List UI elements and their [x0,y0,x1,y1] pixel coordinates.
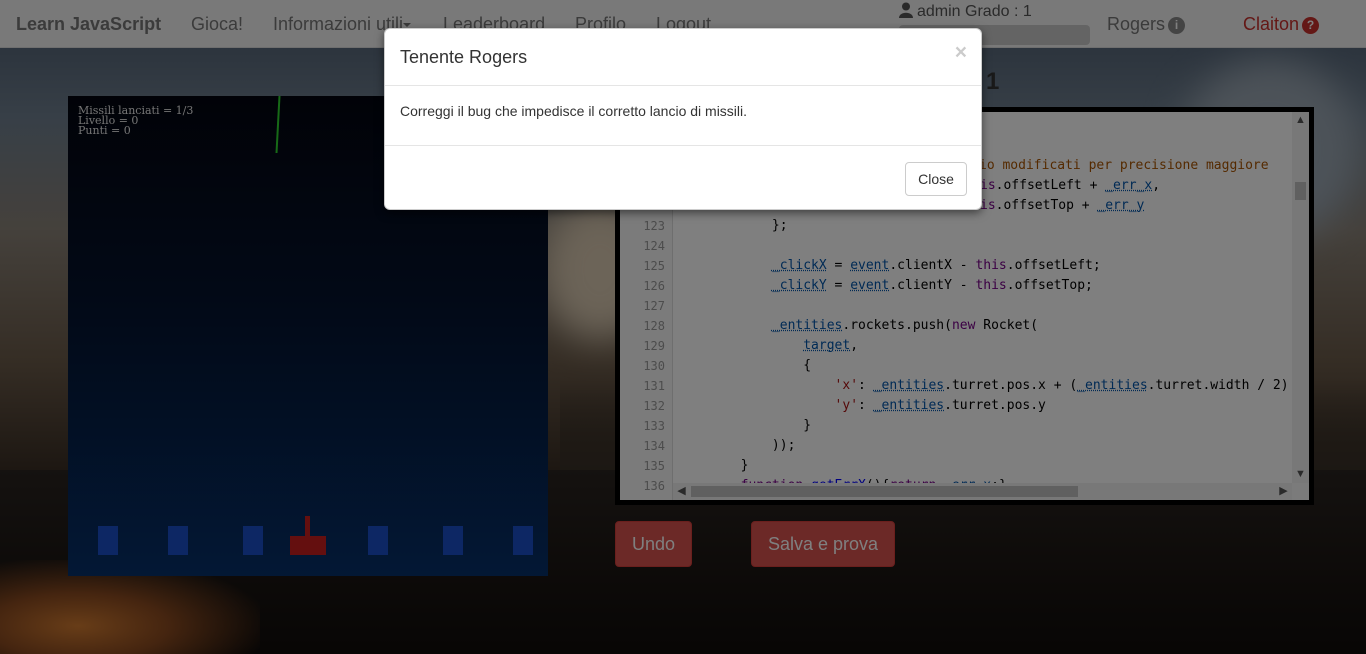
modal-body: Correggi il bug che impedisce il corrett… [385,86,981,146]
close-icon[interactable]: × [955,41,967,65]
close-button[interactable]: Close [905,162,967,196]
dialog-modal: Tenente Rogers × Correggi il bug che imp… [384,28,982,210]
modal-header: Tenente Rogers × [385,29,981,86]
modal-title: Tenente Rogers [400,47,528,67]
modal-message: Correggi il bug che impedisce il corrett… [400,103,748,119]
